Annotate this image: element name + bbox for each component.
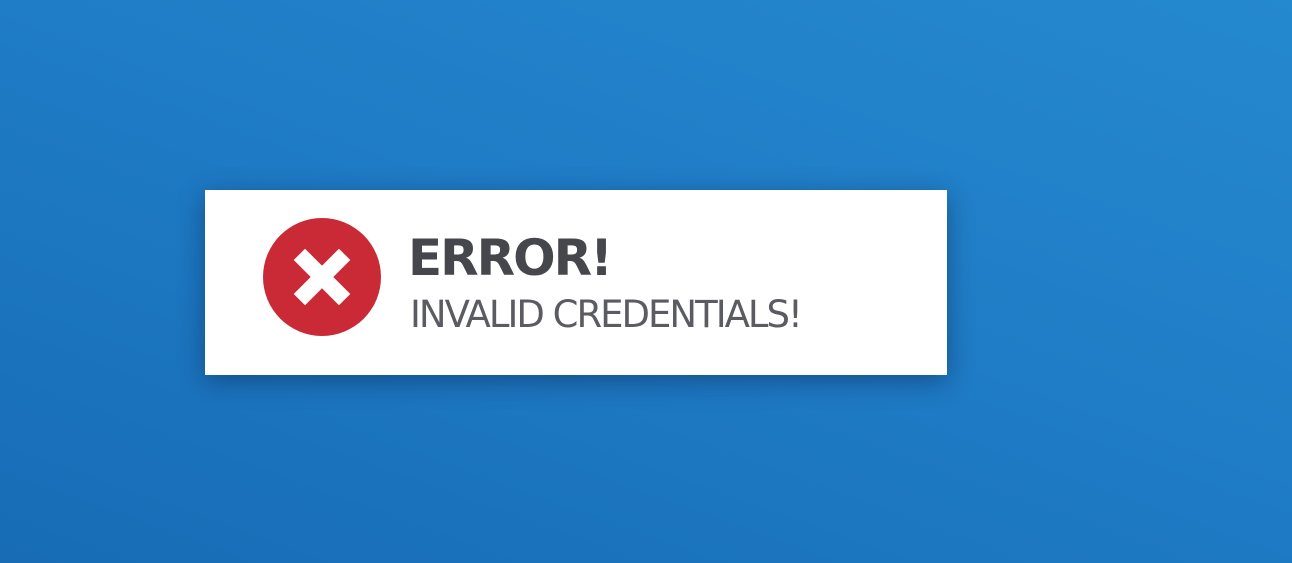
alert-title: ERROR! [408,229,613,287]
alert-message: INVALID CREDENTIALS! [410,293,803,336]
desktop-background: { "alert": { "title": "ERROR!", "message… [0,0,1292,563]
error-x-icon [263,218,381,336]
error-alert: ERROR! INVALID CREDENTIALS! [205,190,947,375]
x-mark-glyph [293,248,351,306]
